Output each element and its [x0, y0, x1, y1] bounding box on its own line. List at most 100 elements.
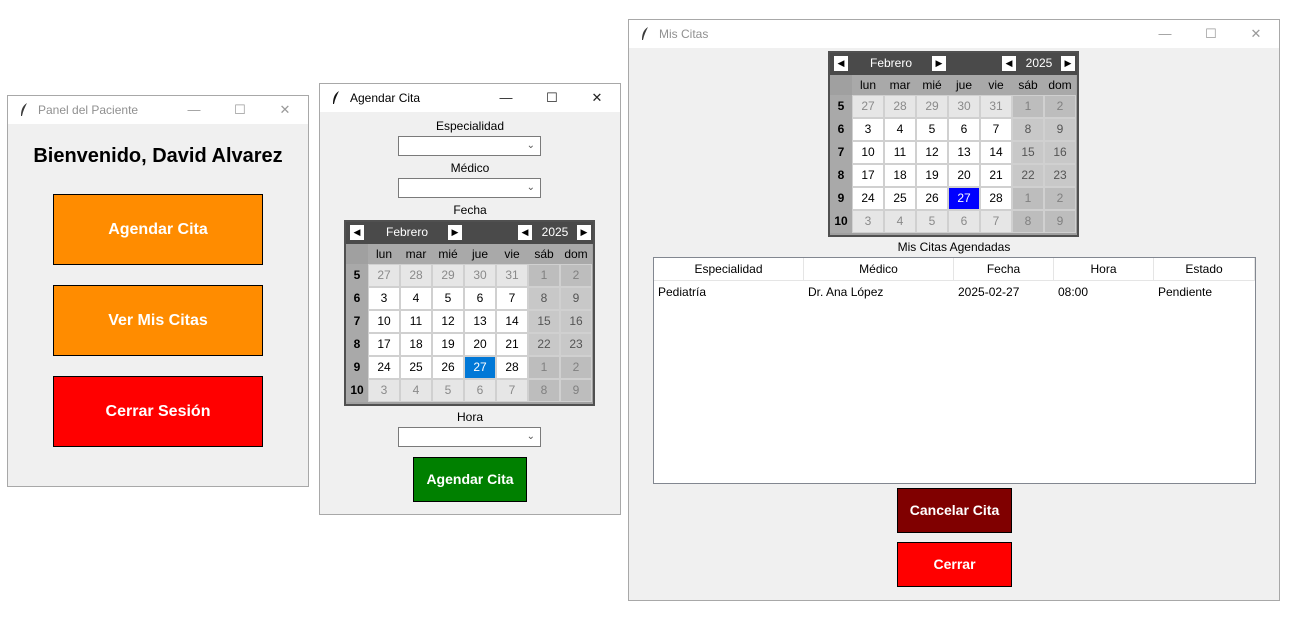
calendar-day[interactable]: 18 [884, 164, 916, 187]
next-month-button[interactable]: ▶ [448, 225, 462, 240]
calendar-day[interactable]: 31 [496, 264, 528, 287]
column-header[interactable]: Estado [1154, 258, 1255, 281]
close-button[interactable]: ✕ [1233, 20, 1279, 48]
calendar-day[interactable]: 21 [980, 164, 1012, 187]
calendar-day[interactable]: 3 [368, 287, 400, 310]
calendar-day[interactable]: 4 [884, 210, 916, 233]
column-header[interactable]: Hora [1054, 258, 1154, 281]
calendar-day[interactable]: 8 [1012, 118, 1044, 141]
calendar-day[interactable]: 20 [464, 333, 496, 356]
calendar-day[interactable]: 30 [464, 264, 496, 287]
calendar-day[interactable]: 8 [528, 379, 560, 402]
calendar-day[interactable]: 29 [916, 95, 948, 118]
citas-calendar[interactable]: ◀ Febrero ▶ ◀ 2025 ▶ lun mar mié jue vie sáb dom 5 6 7 8… [828, 51, 1079, 237]
calendar-day[interactable]: 14 [496, 310, 528, 333]
calendar-day[interactable]: 20 [948, 164, 980, 187]
column-header[interactable]: Especialidad [654, 258, 804, 281]
panel-titlebar[interactable]: Panel del Paciente — ☐ ✕ [8, 96, 308, 124]
citas-titlebar[interactable]: Mis Citas — ☐ ✕ [629, 20, 1279, 48]
minimize-button[interactable]: — [1142, 20, 1188, 48]
calendar-day[interactable]: 8 [528, 287, 560, 310]
especialidad-combobox[interactable]: ⌄ [398, 136, 541, 156]
prev-month-button[interactable]: ◀ [834, 56, 848, 71]
agendar-titlebar[interactable]: Agendar Cita — ☐ ✕ [320, 84, 620, 112]
calendar-day[interactable]: 7 [980, 210, 1012, 233]
calendar-day[interactable]: 1 [528, 356, 560, 379]
minimize-button[interactable]: — [483, 84, 529, 112]
calendar-day[interactable]: 28 [884, 95, 916, 118]
calendar-day[interactable]: 1 [1012, 187, 1044, 210]
calendar-day[interactable]: 27 [852, 95, 884, 118]
calendar-day[interactable]: 28 [496, 356, 528, 379]
calendar-day[interactable]: 3 [852, 210, 884, 233]
minimize-button[interactable]: — [171, 96, 217, 124]
calendar-day[interactable]: 23 [560, 333, 592, 356]
calendar-day[interactable]: 24 [852, 187, 884, 210]
calendar-day[interactable]: 31 [980, 95, 1012, 118]
calendar-day[interactable]: 24 [368, 356, 400, 379]
maximize-button[interactable]: ☐ [1188, 20, 1234, 48]
calendar-day[interactable]: 17 [368, 333, 400, 356]
calendar-day[interactable]: 5 [432, 287, 464, 310]
calendar-day[interactable]: 8 [1012, 210, 1044, 233]
calendar-day[interactable]: 13 [464, 310, 496, 333]
cerrar-sesion-button[interactable]: Cerrar Sesión [53, 376, 263, 447]
calendar-day[interactable]: 5 [916, 118, 948, 141]
calendar-day[interactable]: 6 [948, 118, 980, 141]
calendar-day[interactable]: 7 [980, 118, 1012, 141]
calendar-day[interactable]: 14 [980, 141, 1012, 164]
calendar-day[interactable]: 19 [432, 333, 464, 356]
calendar-day[interactable]: 9 [560, 287, 592, 310]
calendar-day[interactable]: 7 [496, 287, 528, 310]
ver-mis-citas-button[interactable]: Ver Mis Citas [53, 285, 263, 356]
column-header[interactable]: Médico [804, 258, 954, 281]
hora-combobox[interactable]: ⌄ [398, 427, 541, 447]
calendar-day[interactable]: 6 [464, 287, 496, 310]
calendar-day[interactable]: 15 [1012, 141, 1044, 164]
calendar-day[interactable]: 12 [916, 141, 948, 164]
calendar-day[interactable]: 1 [528, 264, 560, 287]
calendar-day[interactable]: 13 [948, 141, 980, 164]
date-calendar[interactable]: ◀ Febrero ▶ ◀ 2025 ▶ lun mar mié jue vie sáb dom 5 6 7 8… [344, 220, 595, 406]
calendar-day[interactable]: 28 [400, 264, 432, 287]
calendar-day[interactable]: 9 [560, 379, 592, 402]
maximize-button[interactable]: ☐ [217, 96, 263, 124]
calendar-day[interactable]: 3 [368, 379, 400, 402]
calendar-day[interactable]: 10 [852, 141, 884, 164]
citas-table[interactable]: Especialidad Médico Fecha Hora Estado Pediatr… [653, 257, 1256, 484]
cancelar-cita-button[interactable]: Cancelar Cita [897, 488, 1012, 533]
calendar-day[interactable]: 7 [496, 379, 528, 402]
calendar-day[interactable]: 23 [1044, 164, 1076, 187]
calendar-day-selected[interactable]: 27 [948, 187, 980, 210]
calendar-day[interactable]: 12 [432, 310, 464, 333]
next-month-button[interactable]: ▶ [932, 56, 946, 71]
calendar-day[interactable]: 25 [884, 187, 916, 210]
calendar-day[interactable]: 6 [464, 379, 496, 402]
close-button[interactable]: ✕ [574, 84, 620, 112]
calendar-day[interactable]: 18 [400, 333, 432, 356]
calendar-day[interactable]: 5 [432, 379, 464, 402]
close-button[interactable]: ✕ [262, 96, 308, 124]
calendar-day[interactable]: 29 [432, 264, 464, 287]
calendar-day[interactable]: 22 [528, 333, 560, 356]
calendar-day[interactable]: 11 [400, 310, 432, 333]
calendar-day[interactable]: 27 [368, 264, 400, 287]
maximize-button[interactable]: ☐ [529, 84, 575, 112]
calendar-day[interactable]: 10 [368, 310, 400, 333]
calendar-day[interactable]: 2 [560, 356, 592, 379]
calendar-day[interactable]: 15 [528, 310, 560, 333]
calendar-day[interactable]: 11 [884, 141, 916, 164]
calendar-day[interactable]: 26 [432, 356, 464, 379]
calendar-day[interactable]: 9 [1044, 118, 1076, 141]
agendar-cita-button[interactable]: Agendar Cita [53, 194, 263, 265]
calendar-day[interactable]: 3 [852, 118, 884, 141]
calendar-day[interactable]: 17 [852, 164, 884, 187]
next-year-button[interactable]: ▶ [1061, 56, 1075, 71]
next-year-button[interactable]: ▶ [577, 225, 591, 240]
calendar-day[interactable]: 16 [1044, 141, 1076, 164]
calendar-day[interactable]: 4 [400, 287, 432, 310]
prev-year-button[interactable]: ◀ [1002, 56, 1016, 71]
column-header[interactable]: Fecha [954, 258, 1054, 281]
calendar-day[interactable]: 9 [1044, 210, 1076, 233]
prev-month-button[interactable]: ◀ [350, 225, 364, 240]
